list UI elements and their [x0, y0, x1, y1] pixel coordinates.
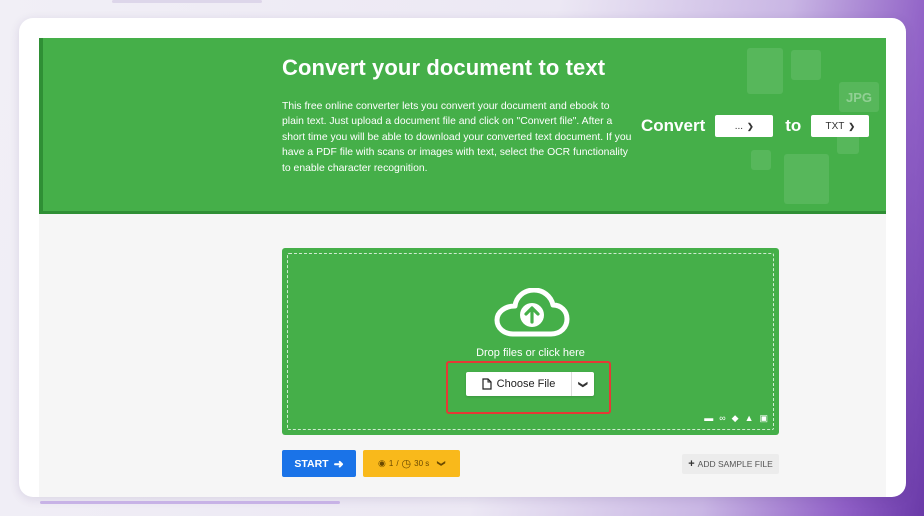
add-sample-file-button[interactable]: + ADD SAMPLE FILE — [682, 454, 779, 474]
file-dropzone[interactable]: Drop files or click here Choose File ❯ ▬… — [282, 248, 779, 435]
chevron-down-icon: ❯ — [848, 121, 856, 131]
to-format-select[interactable]: TXT ❯ — [811, 115, 870, 137]
eye-icon: ◉ — [378, 458, 386, 468]
bg-jpg-icon: JPG — [839, 82, 879, 112]
chevron-down-icon: ❯ — [437, 460, 447, 467]
action-bar: START ➜ ◉ 1 / ◷ 30 s ❯ + ADD SAMPLE FILE — [282, 450, 779, 478]
start-button[interactable]: START ➜ — [282, 450, 356, 477]
choose-file-button[interactable]: Choose File ❯ — [466, 372, 594, 396]
page-viewport: JPG Convert your document to text This f… — [39, 38, 886, 497]
folder-icon[interactable]: ▬ — [704, 413, 713, 424]
link-icon[interactable]: ∞ — [719, 413, 725, 424]
upload-source-icons: ▬ ∞ ◆ ▲ ▣ — [704, 413, 768, 424]
limits-files: 1 — [388, 459, 394, 468]
limits-separator: / — [396, 459, 399, 468]
google-drive-icon[interactable]: ▲ — [745, 413, 754, 424]
bg-document-icon — [747, 48, 783, 94]
bg-small-icon — [751, 150, 771, 170]
limits-button[interactable]: ◉ 1 / ◷ 30 s ❯ — [363, 450, 460, 477]
file-icon — [482, 378, 492, 390]
choose-file-dropdown[interactable]: ❯ — [572, 372, 594, 396]
convert-label: Convert — [641, 116, 706, 135]
chevron-down-icon: ❯ — [747, 121, 754, 131]
choose-file-main[interactable]: Choose File — [466, 372, 572, 396]
add-sample-label: ADD SAMPLE FILE — [697, 459, 773, 469]
from-format-select[interactable]: ... ❯ — [715, 115, 774, 137]
clipboard-icon[interactable]: ▣ — [759, 413, 768, 424]
limits-time: 30 s — [414, 459, 430, 468]
choose-file-label: Choose File — [496, 378, 556, 390]
start-label: START — [294, 457, 329, 470]
arrow-right-icon: ➜ — [333, 456, 344, 471]
hero-banner: JPG Convert your document to text This f… — [39, 38, 886, 214]
bg-chart-icon — [784, 154, 829, 204]
bg-jpg-label: JPG — [845, 89, 872, 105]
format-selector-row: Convert ... ❯ to TXT ❯ — [641, 115, 870, 137]
to-format-value: TXT — [825, 120, 845, 132]
to-label: to — [785, 116, 802, 135]
top-decor-strip — [112, 0, 262, 3]
from-format-value: ... — [734, 120, 744, 132]
cloud-upload-icon — [494, 288, 570, 337]
chevron-down-icon: ❯ — [578, 380, 589, 388]
bg-image-icon — [791, 50, 821, 80]
plus-icon: + — [688, 458, 695, 470]
browser-card: JPG Convert your document to text This f… — [19, 18, 906, 497]
page-title: Convert your document to text — [282, 55, 606, 80]
clock-icon: ◷ — [401, 458, 412, 470]
drop-instructions: Drop files or click here — [476, 347, 585, 359]
hero-edge — [39, 38, 43, 214]
dropbox-icon[interactable]: ◆ — [732, 413, 739, 424]
bottom-decor-strip — [40, 501, 340, 504]
page-description: This free online converter lets you conv… — [282, 101, 632, 174]
